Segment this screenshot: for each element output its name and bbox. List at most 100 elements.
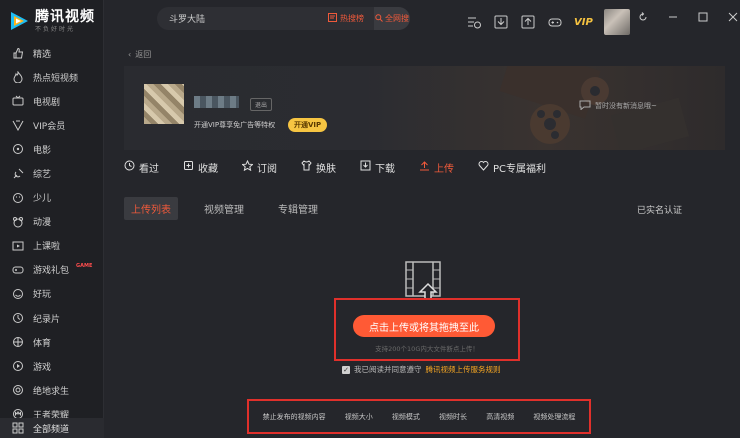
sidebar-item[interactable]: 游戏 — [0, 354, 104, 378]
global-search-label: 全网搜 — [385, 14, 409, 23]
back-button[interactable]: ‹ 返回 — [128, 49, 151, 60]
agreement-row: ✓ 我已阅读并同意遵守 腾讯视频上传服务规则 — [342, 364, 501, 375]
upload-drop-zone[interactable]: 点击上传或将其拖拽至此 支持200个10G内大文件断点上传！ — [334, 298, 520, 361]
sidebar-item[interactable]: 少儿 — [0, 186, 104, 210]
sidebar-item[interactable]: 绝地求生 — [0, 378, 104, 402]
sidebar-item-label: 电影 — [33, 145, 52, 156]
back-label: 返回 — [135, 50, 152, 59]
tab-label: 订阅 — [257, 163, 277, 175]
logout-button[interactable]: 退出 — [250, 98, 273, 111]
heart-icon — [183, 160, 194, 174]
subtab-1[interactable]: 视频管理 — [204, 197, 244, 220]
tab-2[interactable]: 订阅 — [241, 159, 277, 175]
tencent-video-logo-icon — [8, 10, 30, 32]
all-channels-label: 全部频道 — [33, 424, 70, 435]
tab-3[interactable]: 换肤 — [301, 160, 336, 175]
tab-label: 下载 — [375, 163, 395, 175]
sidebar-item-label: 上课啦 — [33, 242, 61, 253]
app-logo[interactable]: 腾讯视频 不负好时光 — [8, 8, 95, 34]
clock-icon — [124, 160, 135, 174]
window-controls — [637, 11, 739, 23]
global-search-button[interactable]: 全网搜 — [374, 7, 410, 30]
refresh-icon[interactable] — [637, 11, 649, 23]
search-input[interactable] — [157, 13, 328, 24]
sidebar-item[interactable]: VIP会员 — [0, 113, 104, 137]
minimize-icon[interactable] — [667, 11, 679, 23]
subtab-0[interactable]: 上传列表 — [124, 197, 178, 220]
close-icon[interactable] — [727, 11, 739, 23]
sidebar-item-label: 体育 — [33, 338, 52, 349]
hot-search-button[interactable]: 热搜榜 — [328, 13, 374, 24]
sidebar-item-label: 少儿 — [33, 194, 52, 205]
cartoon-icon — [11, 215, 24, 228]
topbar-actions: VIP — [466, 9, 630, 35]
agreement-text: 我已阅读并同意遵守 — [354, 365, 422, 374]
maximize-icon[interactable] — [697, 11, 709, 23]
tab-label: 上传 — [434, 163, 454, 175]
download-icon — [360, 160, 371, 174]
user-avatar[interactable] — [603, 9, 630, 35]
profile-avatar[interactable] — [144, 84, 184, 124]
subtab-2[interactable]: 专辑管理 — [278, 197, 318, 220]
sidebar-item-label: 电视剧 — [33, 97, 61, 108]
sidebar-item[interactable]: 体育 — [0, 330, 104, 354]
tab-0[interactable]: 看过 — [124, 160, 159, 175]
realname-verified-label: 已实名认证 — [637, 206, 683, 216]
sidebar-item-label: 综艺 — [33, 170, 52, 181]
tab-6[interactable]: PC专属福利 — [478, 160, 547, 175]
sidebar-item-label: 游戏 — [33, 362, 52, 373]
sidebar-item-label: VIP会员 — [33, 121, 66, 132]
vip-link[interactable]: VIP — [574, 17, 593, 28]
upload-hint: 支持200个10G内大文件断点上传！ — [375, 345, 479, 353]
tab-4[interactable]: 下载 — [360, 160, 395, 175]
upload-film-icon — [405, 261, 441, 300]
sidebar-item[interactable]: 纪录片 — [0, 306, 104, 330]
tab-5[interactable]: 上传 — [419, 160, 454, 175]
upload-subtabs: 上传列表 视频管理 专辑管理 — [124, 197, 352, 220]
tab-1[interactable]: 收藏 — [183, 160, 218, 175]
sidebar-item-label: 热点短视频 — [33, 73, 79, 84]
sidebar-item[interactable]: 好玩 — [0, 282, 104, 306]
thumbs-up-icon — [11, 47, 24, 60]
gamepad-icon[interactable] — [547, 14, 563, 30]
rule-link[interactable]: 视频模式 — [392, 412, 420, 422]
upload-tray-icon[interactable] — [520, 14, 536, 30]
kids-icon — [11, 191, 24, 204]
tab-label: 看过 — [139, 163, 159, 175]
all-channels-button[interactable]: 全部频道 — [0, 418, 104, 438]
upload-icon — [419, 160, 430, 174]
tab-label: PC专属福利 — [493, 163, 547, 175]
sidebar-item[interactable]: 电影 — [0, 137, 104, 161]
rule-link[interactable]: 禁止发布的视频内容 — [263, 412, 326, 422]
message-notice[interactable]: 暂时没有新消息哦~ — [579, 100, 657, 112]
logo-text: 腾讯视频 — [35, 8, 95, 25]
film-icon — [11, 143, 24, 156]
sidebar-item[interactable]: 综艺 — [0, 161, 104, 185]
tab-label: 换肤 — [316, 163, 336, 175]
agreement-checkbox[interactable]: ✓ — [342, 365, 350, 374]
sidebar-item-label: 动漫 — [33, 218, 52, 229]
agreement-link[interactable]: 腾讯视频上传服务规则 — [426, 364, 501, 375]
rule-link[interactable]: 高清视频 — [486, 412, 514, 422]
gift-heart-icon — [478, 160, 489, 174]
upload-button[interactable]: 点击上传或将其拖拽至此 — [353, 315, 495, 337]
target-icon — [11, 384, 24, 397]
sidebar-item[interactable]: 上课啦 — [0, 234, 104, 258]
logo-slogan: 不负好时光 — [35, 25, 76, 33]
fun-icon — [11, 287, 24, 300]
open-vip-button[interactable]: 开通VIP — [288, 118, 328, 132]
hot-list-icon — [328, 13, 337, 24]
play-history-icon[interactable] — [466, 14, 482, 30]
sidebar-item-label: 绝地求生 — [33, 386, 70, 397]
rule-link[interactable]: 视频大小 — [345, 412, 373, 422]
download-tray-icon[interactable] — [493, 14, 509, 30]
rule-link[interactable]: 视频处理流程 — [533, 412, 575, 422]
sidebar-item[interactable]: 热点短视频 — [0, 65, 104, 89]
doc-icon — [11, 312, 24, 325]
sport-icon — [11, 336, 24, 349]
sidebar-item[interactable]: 动漫 — [0, 210, 104, 234]
sidebar-item[interactable]: 游戏礼包 GAME — [0, 258, 104, 282]
rule-link[interactable]: 视频时长 — [439, 412, 467, 422]
sidebar-item[interactable]: 电视剧 — [0, 89, 104, 113]
sidebar-item[interactable]: 精选 — [0, 41, 104, 65]
